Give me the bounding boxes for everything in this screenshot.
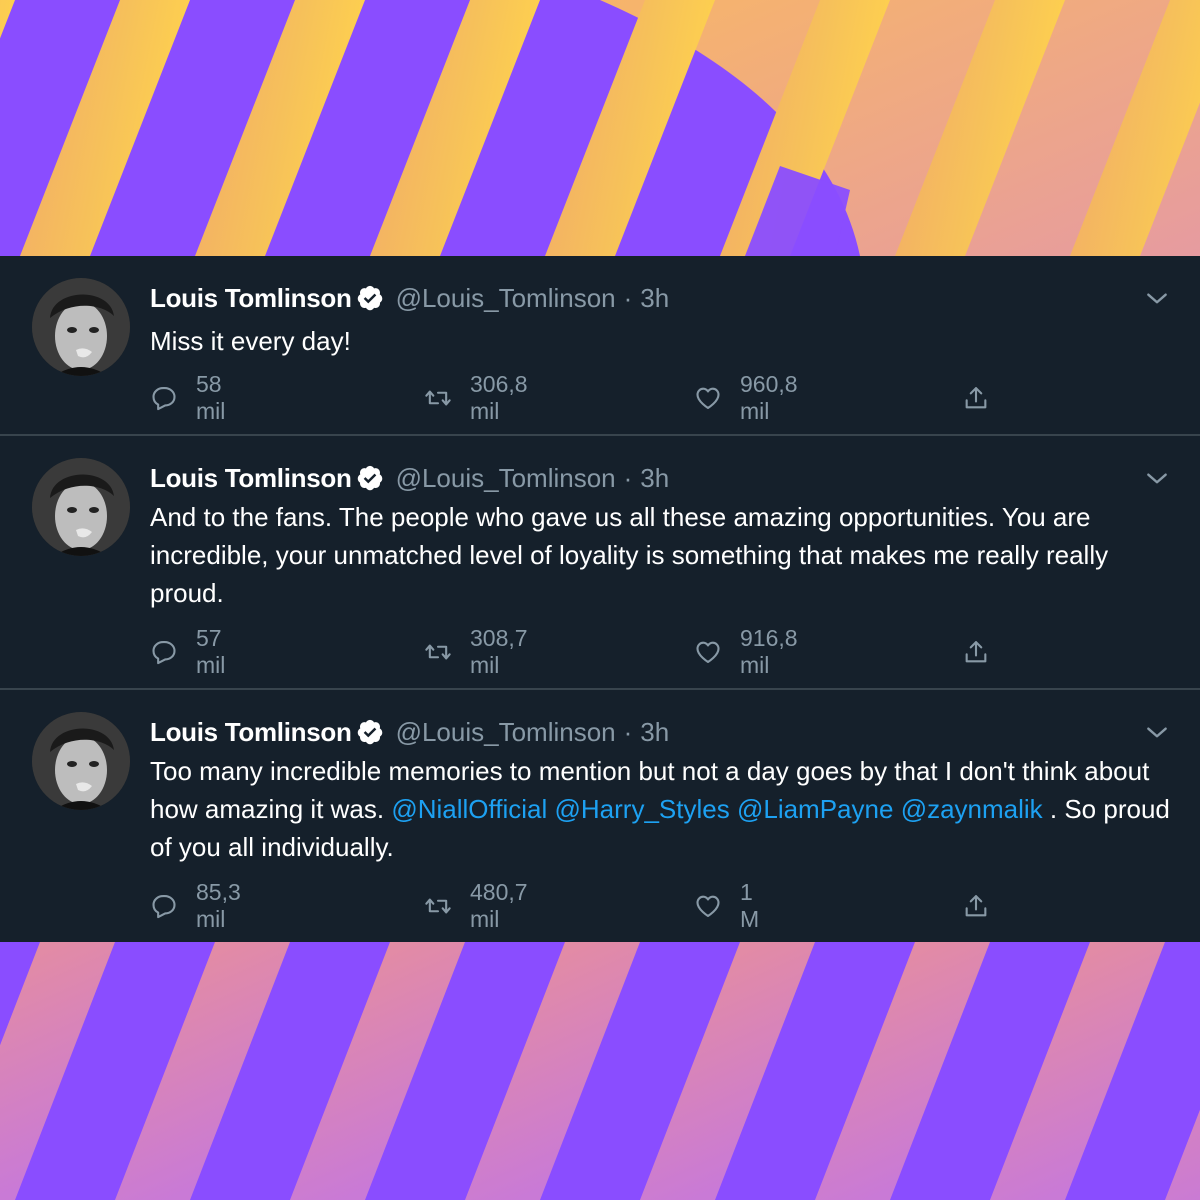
mention-link[interactable]: @Harry_Styles — [555, 794, 730, 824]
reply-icon — [152, 387, 176, 411]
mention-link[interactable]: @LiamPayne — [737, 794, 893, 824]
chevron-down-icon[interactable] — [1144, 286, 1170, 312]
verified-badge-icon — [356, 718, 384, 746]
share-button[interactable] — [962, 634, 1008, 670]
separator: · — [623, 716, 633, 747]
tweet-text-segment: Miss it every day! — [150, 326, 351, 356]
like-count: 1 M — [740, 879, 760, 932]
separator: · — [623, 282, 633, 313]
retweet-button[interactable]: 306,8 mil — [424, 371, 528, 424]
heart-icon — [696, 895, 720, 917]
image-canvas: Louis Tomlinson @Louis_Tomlinson · 3h Mi… — [0, 0, 1200, 1200]
share-icon — [965, 895, 987, 917]
avatar[interactable] — [32, 712, 130, 810]
retweet-icon — [425, 644, 451, 660]
like-count: 916,8 mil — [740, 625, 798, 678]
like-button[interactable]: 1 M — [694, 879, 759, 932]
avatar[interactable] — [32, 278, 130, 376]
retweet-count: 306,8 mil — [470, 371, 528, 424]
share-button[interactable] — [962, 380, 1008, 416]
heart-icon — [696, 641, 720, 663]
tweet-text: And to the fans. The people who gave us … — [150, 498, 1180, 612]
reply-button[interactable]: 85,3 mil — [150, 879, 241, 932]
tweet-header: Louis Tomlinson @Louis_Tomlinson · 3h — [150, 278, 669, 318]
reply-button[interactable]: 57 mil — [150, 625, 225, 678]
tweet-header: Louis Tomlinson @Louis_Tomlinson · 3h — [150, 458, 669, 498]
reply-count: 58 mil — [196, 371, 226, 424]
author-handle[interactable]: @Louis_Tomlinson — [396, 463, 616, 494]
author-handle[interactable]: @Louis_Tomlinson — [396, 717, 616, 748]
mention-link[interactable]: @NiallOfficial — [391, 794, 547, 824]
timestamp[interactable]: 3h — [640, 463, 669, 494]
author-name[interactable]: Louis Tomlinson — [150, 283, 352, 314]
author-handle[interactable]: @Louis_Tomlinson — [396, 283, 616, 314]
author-name[interactable]: Louis Tomlinson — [150, 717, 352, 748]
decorative-stripes-top — [0, 0, 1200, 256]
tweet-header: Louis Tomlinson @Louis_Tomlinson · 3h — [150, 712, 669, 752]
reply-count: 85,3 mil — [196, 879, 241, 932]
reply-icon — [152, 641, 176, 665]
reply-button[interactable]: 58 mil — [150, 371, 225, 424]
like-button[interactable]: 960,8 mil — [694, 371, 798, 424]
retweet-icon — [425, 390, 451, 406]
retweet-icon — [425, 898, 451, 914]
tweet-text-segment — [730, 794, 737, 824]
tweet[interactable]: Louis Tomlinson @Louis_Tomlinson · 3h An… — [0, 436, 1200, 690]
separator: · — [623, 462, 633, 493]
verified-badge-icon — [356, 284, 384, 312]
retweet-button[interactable]: 308,7 mil — [424, 625, 528, 678]
like-count: 960,8 mil — [740, 371, 798, 424]
author-name[interactable]: Louis Tomlinson — [150, 463, 352, 494]
timestamp[interactable]: 3h — [640, 717, 669, 748]
retweet-count: 308,7 mil — [470, 625, 528, 678]
share-icon — [965, 387, 987, 409]
tweet[interactable]: Louis Tomlinson @Louis_Tomlinson · 3h To… — [0, 690, 1200, 942]
retweet-button[interactable]: 480,7 mil — [424, 879, 528, 932]
share-icon — [965, 641, 987, 663]
chevron-down-icon[interactable] — [1144, 720, 1170, 746]
tweet-text-segment — [547, 794, 554, 824]
mention-link[interactable]: @zaynmalik — [901, 794, 1043, 824]
tweet-text-segment — [893, 794, 900, 824]
tweet-thread-panel: Louis Tomlinson @Louis_Tomlinson · 3h Mi… — [0, 256, 1200, 942]
timestamp[interactable]: 3h — [640, 283, 669, 314]
chevron-down-icon[interactable] — [1144, 466, 1170, 492]
tweet-text: Too many incredible memories to mention … — [150, 752, 1180, 866]
share-button[interactable] — [962, 888, 1008, 924]
tweet[interactable]: Louis Tomlinson @Louis_Tomlinson · 3h Mi… — [0, 256, 1200, 436]
retweet-count: 480,7 mil — [470, 879, 528, 932]
avatar[interactable] — [32, 458, 130, 556]
reply-icon — [152, 895, 176, 919]
tweet-text: Miss it every day! — [150, 322, 1180, 360]
verified-badge-icon — [356, 464, 384, 492]
heart-icon — [696, 387, 720, 409]
like-button[interactable]: 916,8 mil — [694, 625, 798, 678]
tweet-text-segment: And to the fans. The people who gave us … — [150, 502, 1109, 608]
decorative-stripes-bottom — [0, 942, 1200, 1200]
reply-count: 57 mil — [196, 625, 226, 678]
